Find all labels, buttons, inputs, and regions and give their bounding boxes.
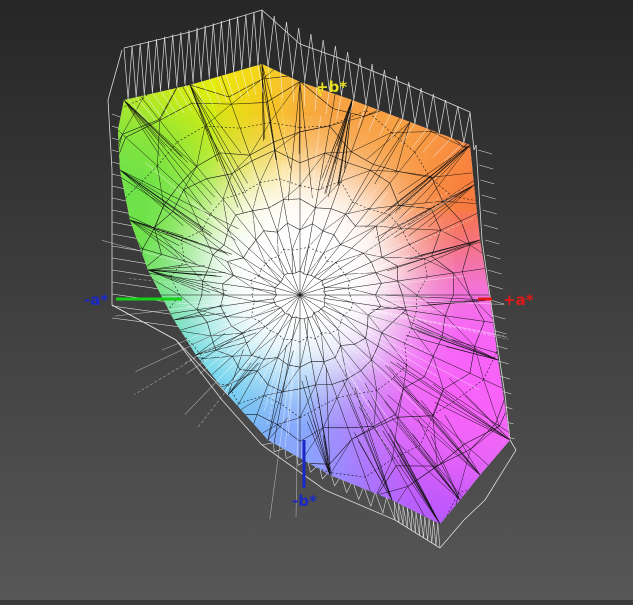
axis-label-a-positive: +a*	[503, 291, 534, 309]
axis-label-b-positive: +b*	[316, 78, 347, 96]
axis-label-a-negative: -a*	[84, 291, 108, 309]
axis-label-b-negative: -b*	[292, 492, 317, 510]
gamut-3d-view: -a* +a* -b* +b*	[0, 0, 633, 600]
gamut-viewport[interactable]: -a* +a* -b* +b*	[0, 0, 633, 600]
